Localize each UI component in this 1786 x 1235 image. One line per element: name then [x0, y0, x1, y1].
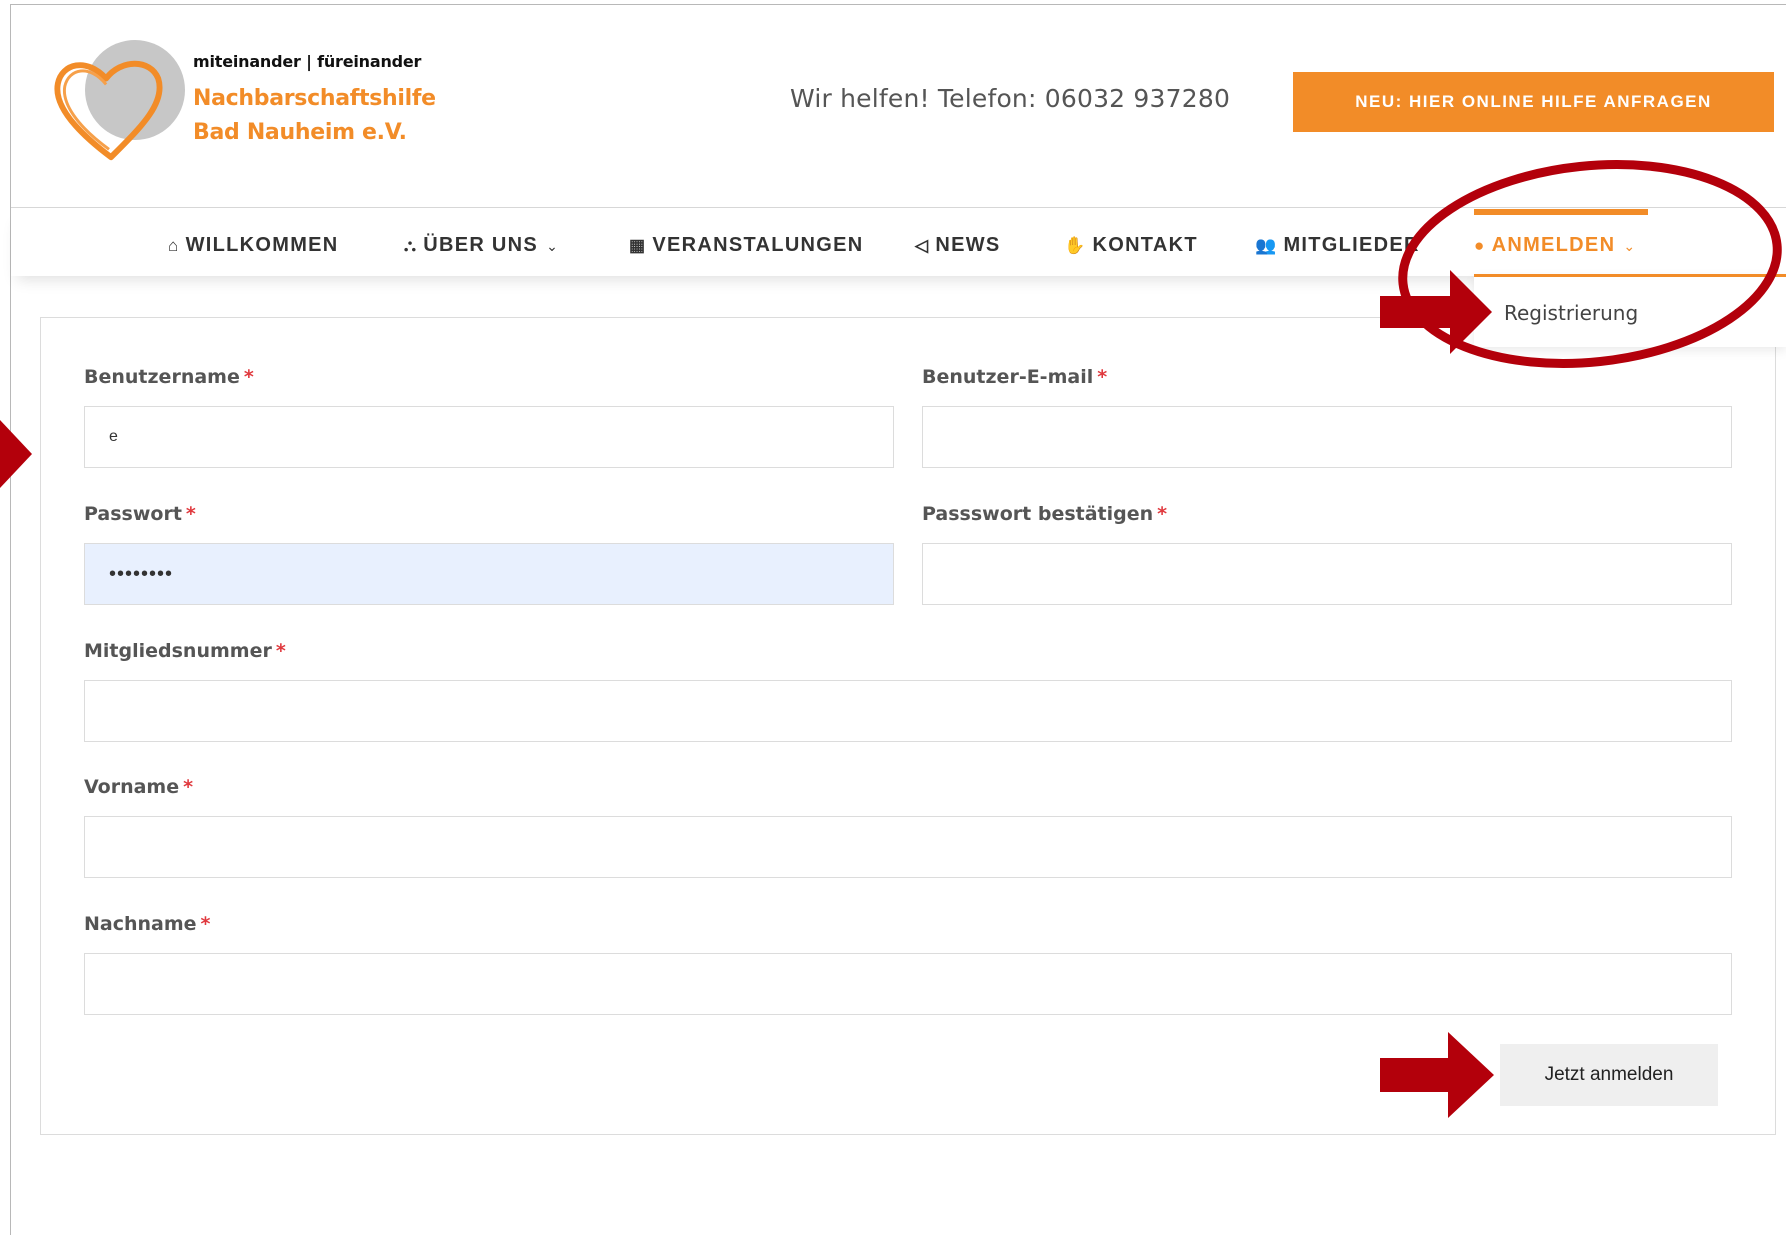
- arrow-registrierung-icon: [1380, 270, 1492, 354]
- arrow-submit-icon: [1380, 1032, 1494, 1118]
- arrow-left-edge-icon: [0, 420, 32, 488]
- annotation-overlay: [0, 160, 1782, 1118]
